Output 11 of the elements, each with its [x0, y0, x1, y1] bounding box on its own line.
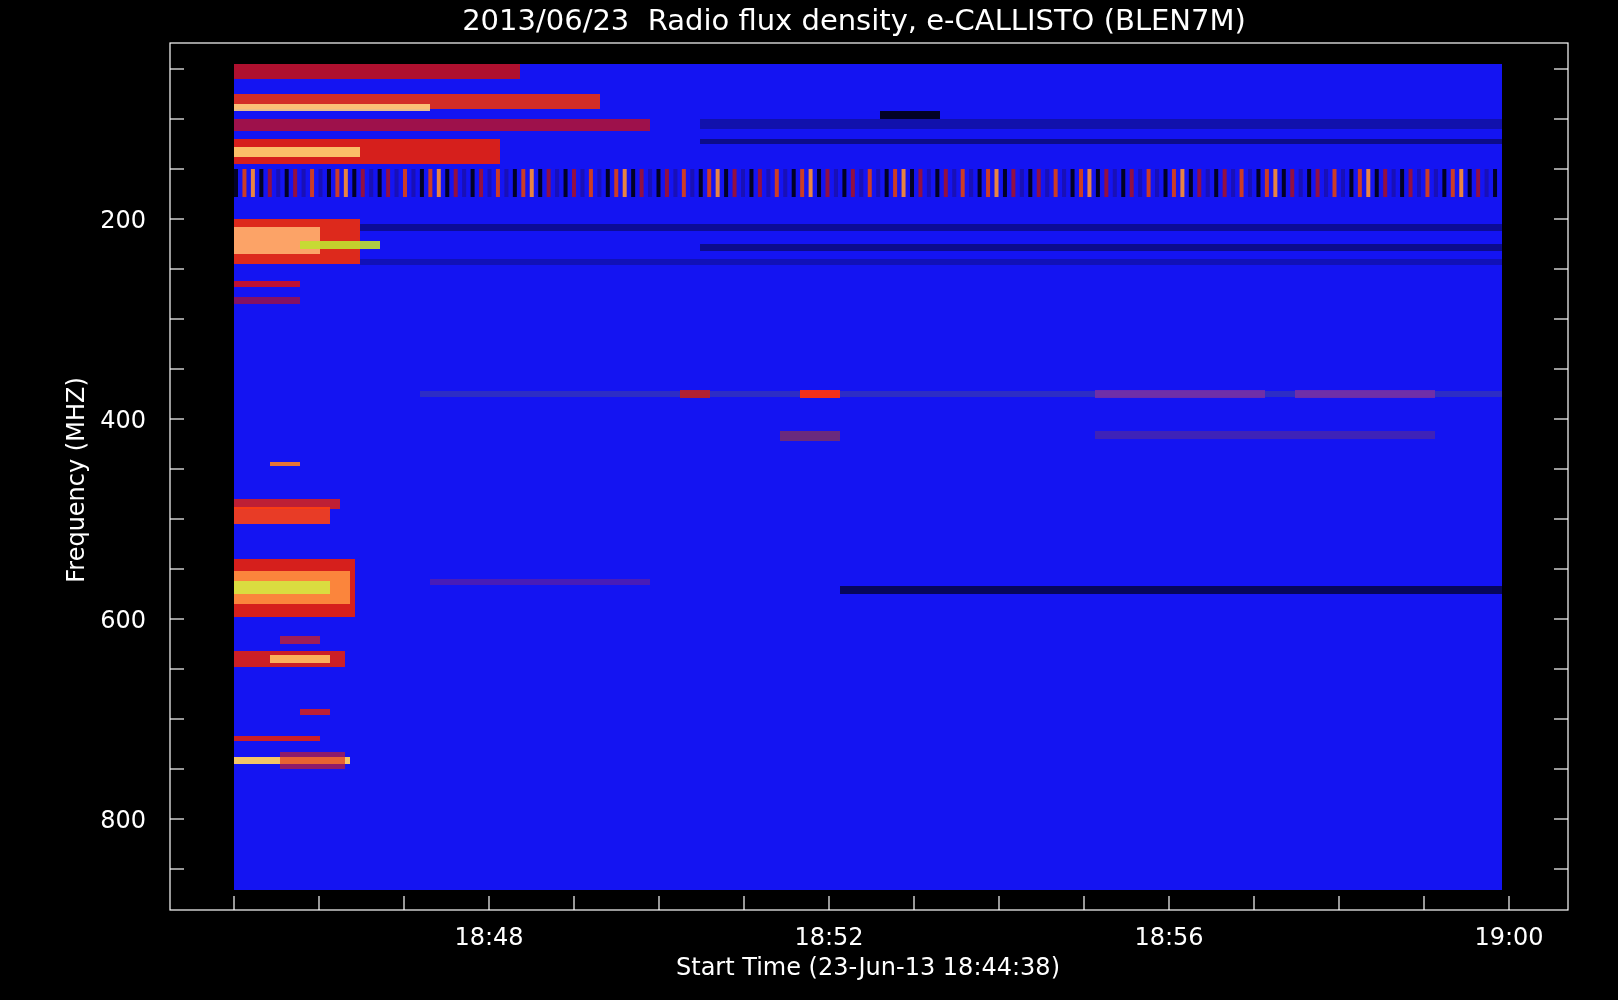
chart-title: 2013/06/23 Radio flux density, e-CALLISTO (BLEN7M) — [462, 2, 1246, 39]
tick-label: 18:52 — [794, 923, 864, 951]
tick-label: 18:56 — [1134, 923, 1204, 951]
tick-label: 600 — [100, 606, 146, 634]
axis-label: Start Time (23-Jun-13 18:44:38) — [676, 953, 1060, 981]
tick-label: 400 — [100, 406, 146, 434]
tick-label: 800 — [100, 806, 146, 834]
tick-label: 19:00 — [1474, 923, 1544, 951]
tick-label: 18:48 — [454, 923, 524, 951]
axis-label: Frequency (MHZ) — [62, 377, 90, 583]
tick-label: 200 — [100, 206, 146, 234]
